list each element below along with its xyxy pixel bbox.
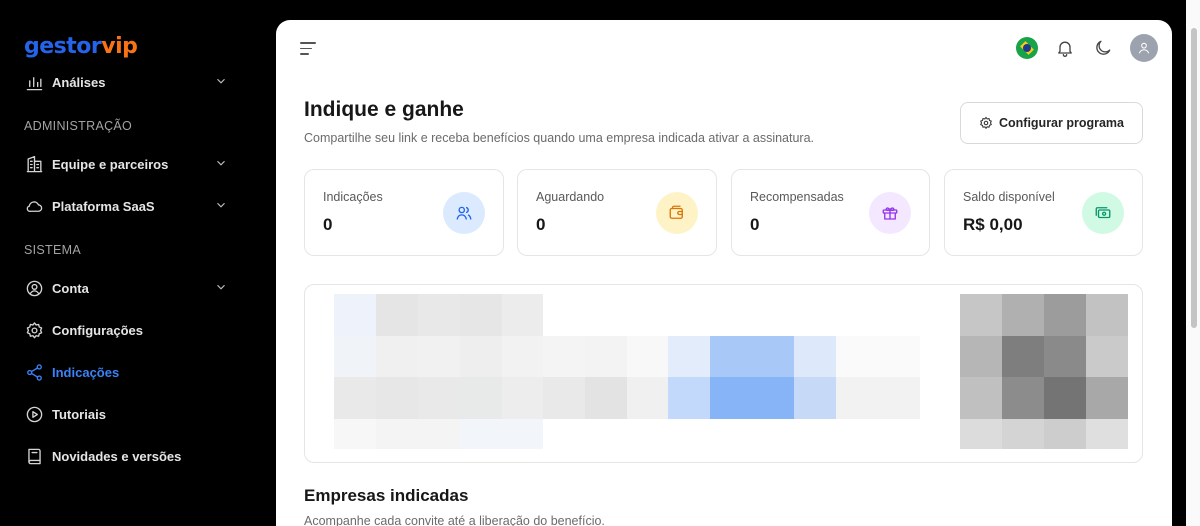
- stat-card-aguardando: Aguardando 0: [517, 169, 717, 256]
- cloud-icon: [24, 196, 44, 216]
- sidebar-item-novidades[interactable]: Novidades e versões: [24, 443, 234, 469]
- sidebar-item-configuracoes[interactable]: Configurações: [24, 317, 234, 343]
- sidebar-item-tutoriais[interactable]: Tutoriais: [24, 401, 234, 427]
- brand-logo-part1: gestor: [24, 34, 102, 59]
- gift-icon: [869, 192, 911, 234]
- bell-icon: [1058, 41, 1072, 57]
- sidebar-item-conta[interactable]: Conta: [24, 275, 234, 301]
- stat-value: 0: [323, 215, 333, 234]
- stat-card-indicacoes: Indicações 0: [304, 169, 504, 256]
- brazil-flag-icon: [1016, 37, 1038, 59]
- stat-value: R$ 0,00: [963, 215, 1023, 234]
- gear-icon: [24, 320, 44, 340]
- theme-toggle-button[interactable]: [1092, 37, 1114, 59]
- stat-label: Aguardando: [536, 190, 605, 204]
- sidebar-item-equipe[interactable]: Equipe e parceiros: [24, 151, 234, 177]
- configure-program-button[interactable]: Configurar programa: [960, 102, 1143, 144]
- page-title: Indique e ganhe: [304, 98, 464, 121]
- referred-section-title: Empresas indicadas: [304, 486, 469, 505]
- user-cog-icon: [24, 278, 44, 298]
- topbar-actions: [1016, 34, 1158, 62]
- stat-value: 0: [750, 215, 760, 234]
- stat-card-saldo: Saldo disponível R$ 0,00: [944, 169, 1143, 256]
- section-label-system: SISTEMA: [24, 243, 81, 257]
- scrollbar-thumb[interactable]: [1191, 28, 1197, 328]
- stat-label: Recompensadas: [750, 190, 844, 204]
- main-panel: Indique e ganhe Compartilhe seu link e r…: [276, 20, 1172, 526]
- chevron-down-icon: [214, 280, 228, 294]
- notifications-button[interactable]: [1054, 37, 1076, 59]
- building-icon: [24, 154, 44, 174]
- gear-icon: [980, 116, 992, 130]
- moon-icon: [1096, 40, 1111, 55]
- sidebar-item-analises[interactable]: Análises: [24, 69, 234, 95]
- users-icon: [443, 192, 485, 234]
- sidebar-item-label: Novidades e versões: [52, 448, 182, 464]
- money-icon: [1082, 192, 1124, 234]
- sidebar-item-label: Configurações: [52, 322, 144, 338]
- user-icon: [1138, 42, 1150, 54]
- sidebar-item-label: Plataforma SaaS: [52, 198, 155, 214]
- stat-value: 0: [536, 215, 546, 234]
- user-avatar-button[interactable]: [1130, 34, 1158, 62]
- chevron-down-icon: [214, 74, 228, 88]
- sidebar-item-label: Análises: [52, 74, 106, 90]
- menu-toggle-button[interactable]: [300, 42, 316, 56]
- language-button[interactable]: [1016, 37, 1038, 59]
- page-subtitle: Compartilhe seu link e receba benefícios…: [304, 131, 815, 145]
- configure-program-label: Configurar programa: [998, 116, 1124, 130]
- app-root: gestorvip Análises ADMINISTRAÇÃO Equipe …: [0, 0, 1200, 526]
- brand-logo-part2: vip: [101, 34, 138, 59]
- brand-logo[interactable]: gestorvip: [24, 34, 138, 59]
- sidebar-item-plataforma[interactable]: Plataforma SaaS: [24, 193, 234, 219]
- stat-card-recompensadas: Recompensadas 0: [731, 169, 930, 256]
- sidebar-item-label: Conta: [52, 280, 89, 296]
- referral-link-panel-redacted: [304, 284, 1143, 463]
- book-icon: [24, 446, 44, 466]
- sidebar-item-indicacoes[interactable]: Indicações: [24, 359, 234, 385]
- bar-chart-icon: [24, 72, 44, 92]
- wallet-icon: [656, 192, 698, 234]
- stat-label: Saldo disponível: [963, 190, 1055, 204]
- menu-icon: [300, 42, 316, 44]
- share-icon: [24, 362, 44, 382]
- chevron-down-icon: [214, 156, 228, 170]
- sidebar: gestorvip Análises ADMINISTRAÇÃO Equipe …: [0, 0, 262, 526]
- chevron-down-icon: [214, 198, 228, 212]
- referred-section-subtitle: Acompanhe cada convite até a liberação d…: [304, 514, 605, 526]
- stat-label: Indicações: [323, 190, 383, 204]
- sidebar-item-label: Indicações: [52, 364, 120, 380]
- section-label-admin: ADMINISTRAÇÃO: [24, 119, 133, 133]
- play-circle-icon: [24, 404, 44, 424]
- sidebar-item-label: Equipe e parceiros: [52, 156, 169, 172]
- sidebar-item-label: Tutoriais: [52, 406, 106, 422]
- scrollbar[interactable]: [1190, 28, 1198, 328]
